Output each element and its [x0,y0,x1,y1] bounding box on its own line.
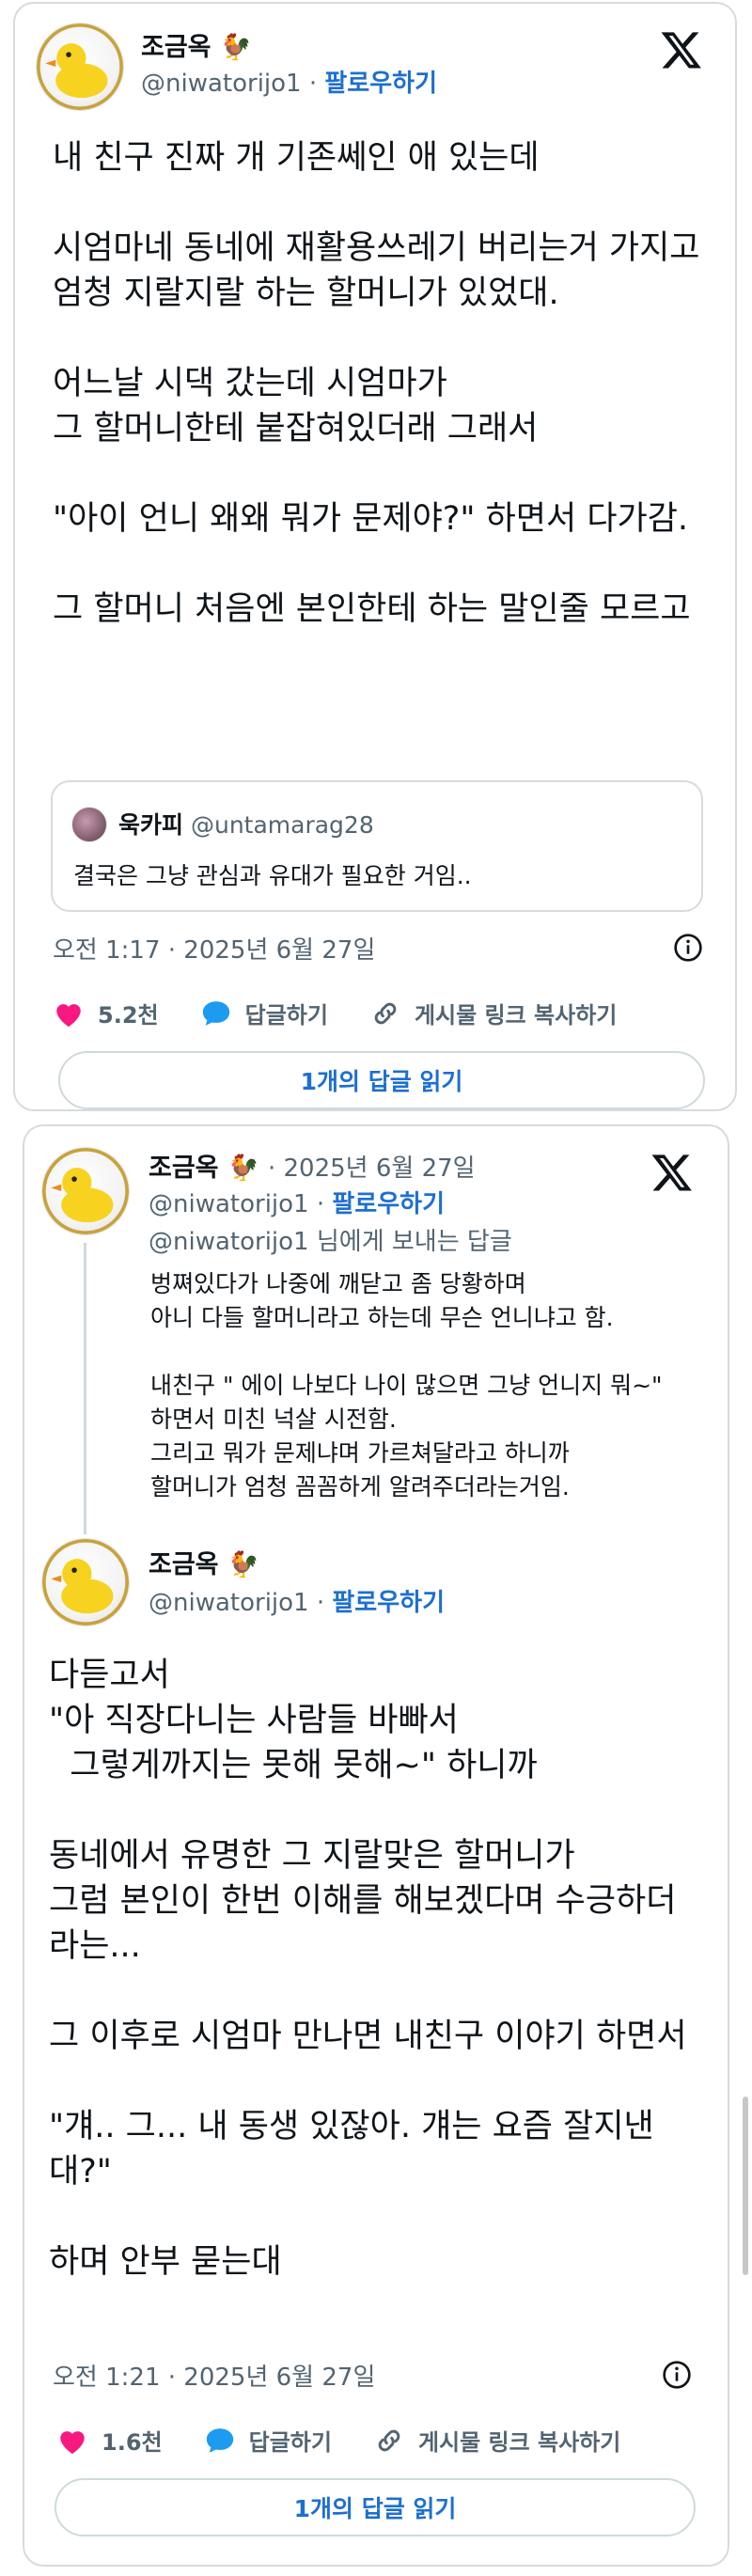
info-icon[interactable] [673,933,703,963]
separator-dot: · [316,1589,325,1617]
copy-link-label: 게시물 링크 복사하기 [417,2429,621,2456]
quote-text: 결국은 그냥 관심과 유대가 필요한 거임.. [73,862,472,889]
reply-date: · 2025년 6월 27일 [267,1154,476,1183]
follow-button[interactable]: 팔로우하기 [332,1190,445,1218]
reply-button[interactable]: 답글하기 [200,997,328,1029]
reply-button[interactable]: 답글하기 [204,2424,332,2457]
second-author-handle[interactable]: @niwatorijo1 [149,1589,309,1617]
x-logo-icon[interactable] [650,1151,694,1194]
quote-author-name: 욱카피 [118,811,184,839]
tweet-card-1: 조금옥 🐓 @niwatorijo1 · 팔로우하기 내 친구 진짜 개 기존쎄… [13,2,737,1111]
author-handle-row: @niwatorijo1 · 팔로우하기 [141,64,437,99]
author-handle-row: @niwatorijo1 · 팔로우하기 [149,1185,445,1219]
heart-icon [60,2430,85,2454]
like-count: 1.6천 [102,2429,163,2456]
follow-button[interactable]: 팔로우하기 [332,1589,445,1617]
replying-to-handle[interactable]: @niwatorijo1 [149,1228,309,1256]
second-author-name-text: 조금옥 [149,1550,219,1579]
thread-line [84,1243,86,1534]
quote-avatar [71,807,107,842]
follow-button[interactable]: 팔로우하기 [324,70,437,98]
author-handle[interactable]: @niwatorijo1 [141,70,302,98]
quote-author-handle: @untamarag28 [190,811,374,839]
read-replies-button[interactable]: 1개의 답글 읽기 [58,1051,705,1109]
author-name-text: 조금옥 [141,33,212,62]
tweet-body: 다듣고서 "아 직장다니는 사람들 바빠서 그렇게까지는 못해 못해~" 하니까… [49,1657,687,2281]
tweet-timestamp[interactable]: 오전 1:17 · 2025년 6월 27일 [53,931,375,966]
rooster-emoji: 🐓 [227,1550,259,1579]
reply-label: 답글하기 [248,2429,332,2456]
reply-icon [206,2427,233,2453]
like-button[interactable]: 5.2천 [53,997,159,1029]
action-bar: 1.6천 답글하기 게시물 링크 복사하기 [56,2424,662,2457]
scrollbar-thumb[interactable] [743,2097,748,2275]
separator-dot: · [308,70,318,98]
read-replies-button[interactable]: 1개의 답글 읽기 [55,2478,696,2537]
replying-to-label: 님에게 보내는 답글 [316,1228,512,1256]
copy-link-label: 게시물 링크 복사하기 [414,1002,618,1029]
author-name[interactable]: 조금옥 🐓 [141,26,252,63]
second-author-handle-row: @niwatorijo1 · 팔로우하기 [149,1583,445,1618]
second-author-name[interactable]: 조금옥 🐓 [149,1544,259,1580]
rooster-emoji: 🐓 [219,33,252,62]
info-icon[interactable] [662,2360,692,2390]
reply-body: 벙쪄있다가 나중에 깨닫고 좀 당황하며 아니 다들 할머니라고 하는데 무슨 … [150,1270,663,1500]
action-bar: 5.2천 답글하기 게시물 링크 복사하기 [53,997,658,1029]
quoted-tweet[interactable]: 욱카피 @untamarag28 결국은 그냥 관심과 유대가 필요한 거임.. [51,780,703,912]
duck-avatar-icon[interactable] [41,1538,130,1626]
like-button[interactable]: 1.6천 [56,2424,163,2457]
duck-avatar-icon[interactable] [36,23,124,111]
link-icon [374,1002,397,1024]
author-handle[interactable]: @niwatorijo1 [149,1190,309,1218]
author-name-text: 조금옥 [149,1154,219,1183]
heart-icon [56,1003,81,1027]
reply-icon [202,1000,229,1026]
tweet-timestamp[interactable]: 오전 1:21 · 2025년 6월 27일 [53,2358,375,2393]
quote-header: 욱카피 @untamarag28 [118,807,374,840]
copy-link-button[interactable]: 게시물 링크 복사하기 [369,997,617,1029]
x-logo-icon[interactable] [660,28,703,71]
like-count: 5.2천 [98,1002,159,1029]
tweet-body: 내 친구 진짜 개 기존쎄인 애 있는데 시엄마네 동네에 재활용쓰레기 버리는… [53,139,700,628]
rooster-emoji: 🐓 [227,1154,259,1183]
duck-avatar-icon[interactable] [41,1147,130,1235]
author-name[interactable]: 조금옥 🐓 · 2025년 6월 27일 [149,1147,476,1184]
link-icon [378,2429,400,2451]
replying-to: @niwatorijo1 님에게 보내는 답글 [149,1222,512,1257]
reply-label: 답글하기 [244,1002,328,1029]
separator-dot: · [316,1190,325,1218]
tweet-card-2: 조금옥 🐓 · 2025년 6월 27일 @niwatorijo1 · 팔로우하… [23,1124,729,2567]
copy-link-button[interactable]: 게시물 링크 복사하기 [373,2424,620,2457]
